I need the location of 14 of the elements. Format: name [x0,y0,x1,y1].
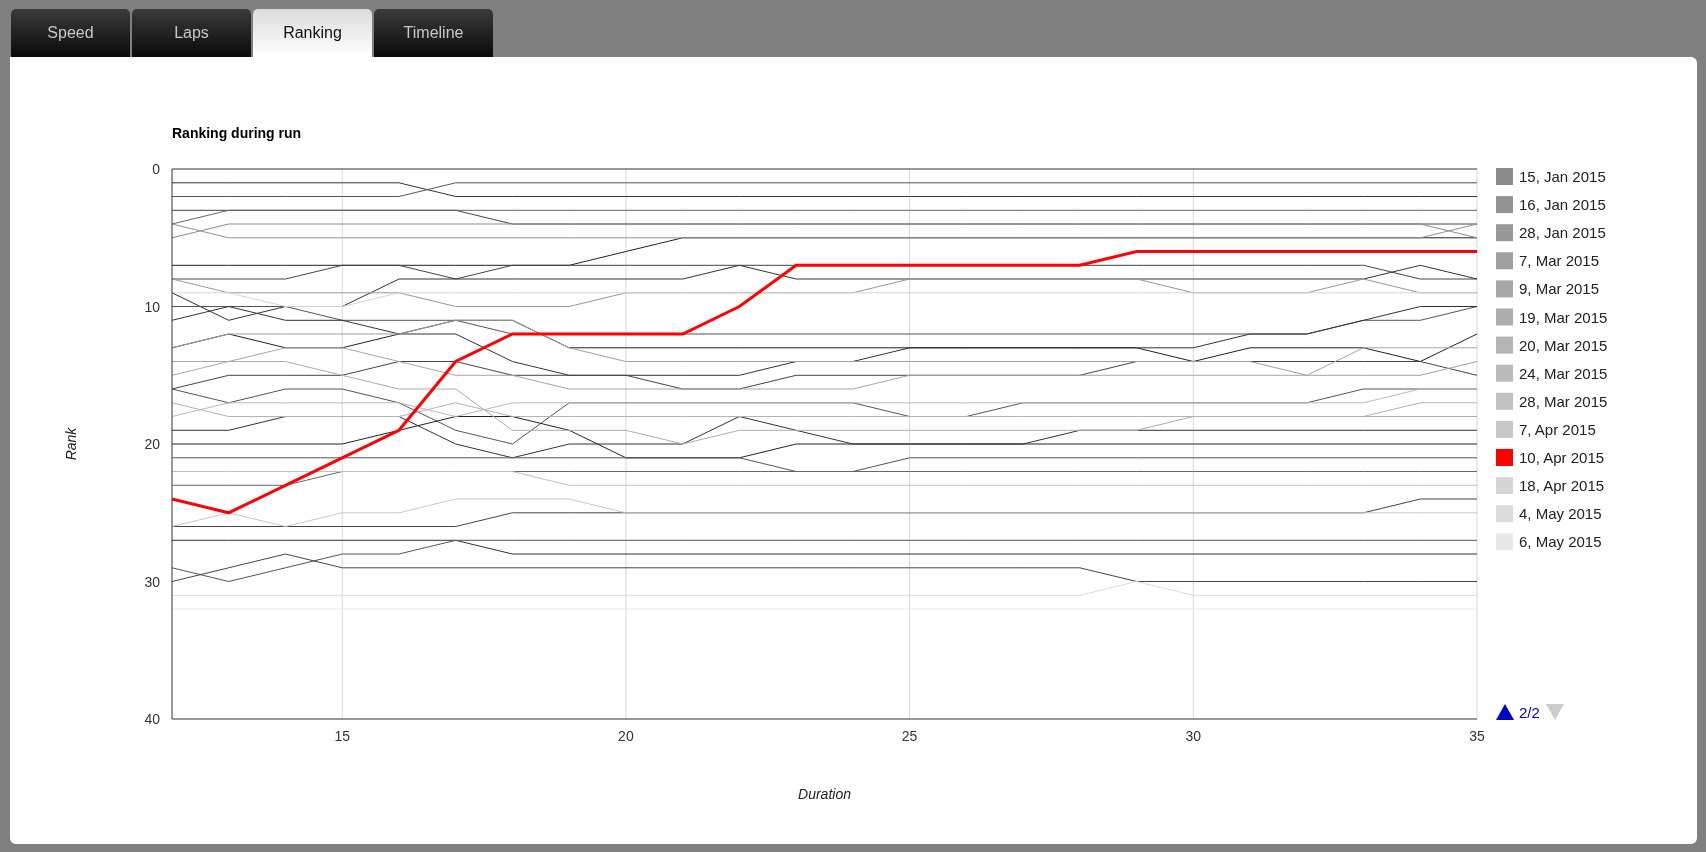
y-tick-label: 40 [144,711,160,727]
x-tick-label: 35 [1469,728,1485,744]
y-tick-label: 20 [144,436,160,452]
y-tick-label: 30 [144,573,160,590]
y-tick-label: 0 [152,161,160,177]
x-tick-label: 20 [618,728,634,744]
legend-page-indicator: 2/2 [1519,704,1540,721]
x-axis-label: Duration [798,786,851,802]
y-tick-label: 10 [144,298,160,315]
x-tick-label: 15 [334,728,350,744]
x-tick-label: 30 [1185,728,1202,744]
chart-title: Ranking during run [172,125,302,141]
y-axis-label: Rank [63,427,79,461]
x-tick-label: 25 [901,728,918,744]
